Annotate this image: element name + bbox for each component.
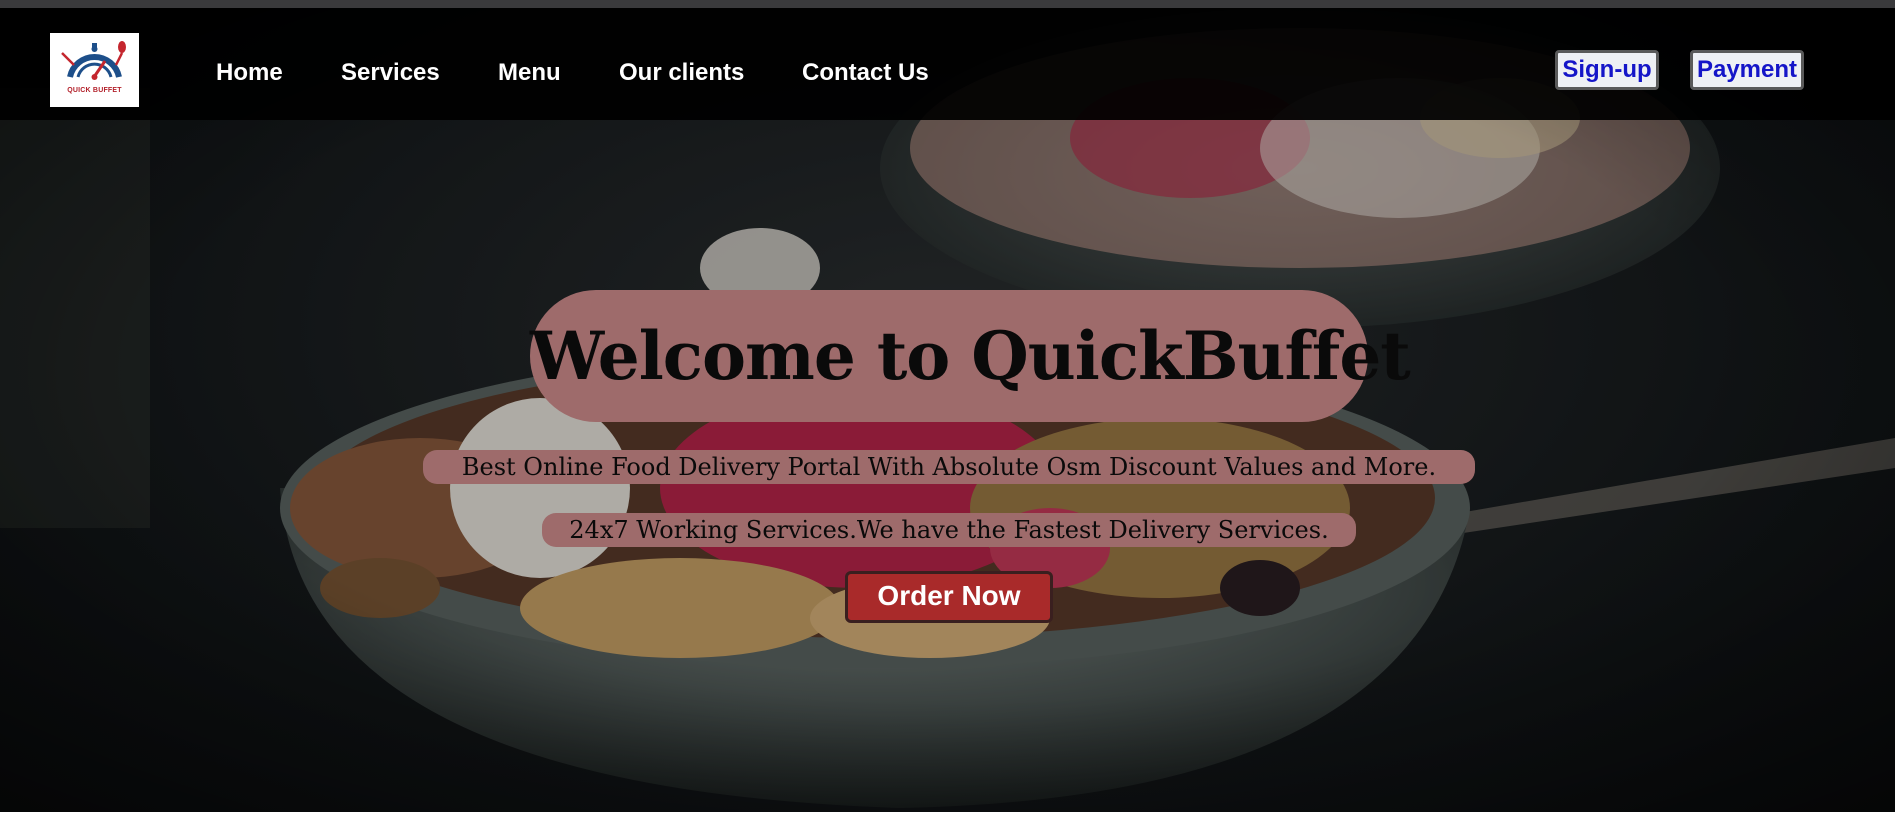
page: QUICK BUFFET Home Services Menu Our clie… xyxy=(0,0,1895,839)
hero-tagline-1: Best Online Food Delivery Portal With Ab… xyxy=(423,450,1475,484)
signup-button[interactable]: Sign-up xyxy=(1555,50,1659,90)
browser-top-strip xyxy=(0,0,1895,8)
order-now-button[interactable]: Order Now xyxy=(845,571,1053,623)
hero-tagline-2: 24x7 Working Services.We have the Fastes… xyxy=(542,513,1356,547)
quickbuffet-logo[interactable]: QUICK BUFFET xyxy=(50,33,139,107)
nav-home[interactable]: Home xyxy=(216,56,283,90)
top-navbar: QUICK BUFFET Home Services Menu Our clie… xyxy=(0,8,1895,120)
payment-button[interactable]: Payment xyxy=(1690,50,1804,90)
nav-services[interactable]: Services xyxy=(341,56,440,90)
hero-title: Welcome to QuickBuffet xyxy=(530,317,1411,395)
nav-menu[interactable]: Menu xyxy=(498,56,561,90)
nav-contact-us[interactable]: Contact Us xyxy=(802,56,929,90)
hero-title-pill: Welcome to QuickBuffet xyxy=(530,290,1411,422)
nav-our-clients[interactable]: Our clients xyxy=(619,56,744,90)
page-bottom-area xyxy=(0,812,1895,839)
logo-icon xyxy=(61,41,126,80)
logo-text: QUICK BUFFET xyxy=(67,87,122,94)
